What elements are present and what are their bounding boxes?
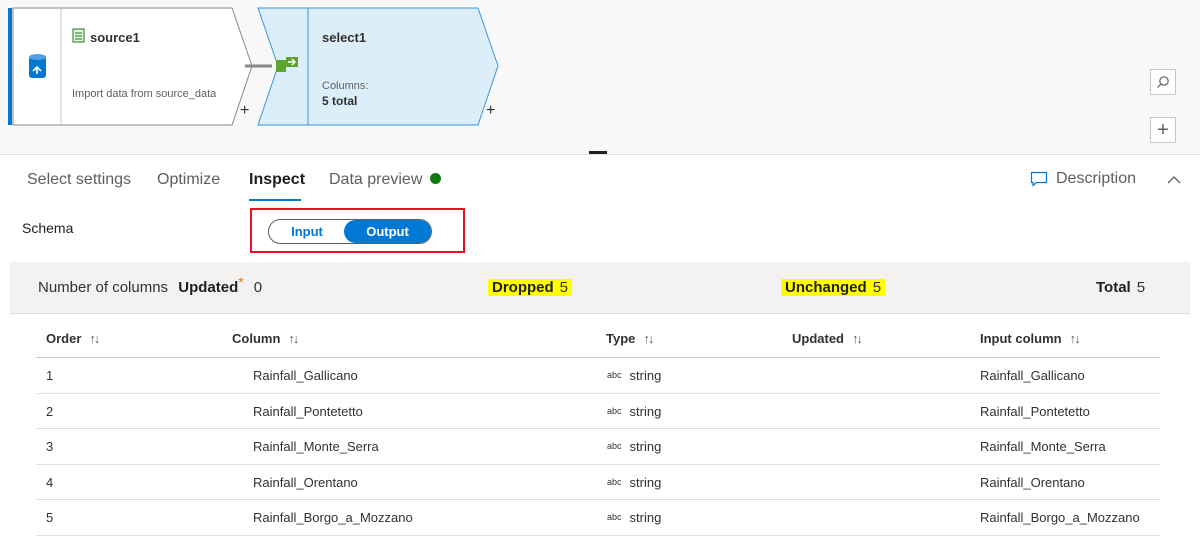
cell-type-label: string	[629, 368, 662, 383]
search-canvas-button[interactable]	[1150, 69, 1176, 95]
panel-splitter-handle[interactable]	[589, 151, 607, 154]
comment-icon	[1030, 171, 1048, 187]
tab-optimize[interactable]: Optimize	[157, 171, 220, 189]
description-button[interactable]: Description	[1030, 170, 1136, 188]
updated-label: Updated	[178, 279, 239, 296]
summary-updated: Number of columns Updated* 0	[38, 274, 263, 296]
cell-type: abc string	[607, 475, 661, 490]
sort-icon: ↑↓	[852, 331, 863, 346]
sort-icon: ↑↓	[288, 331, 299, 346]
column-summary-bar: Number of columns Updated* 0 Dropped 5 Unc…	[10, 262, 1190, 314]
table-row[interactable]: 1 Rainfall_Gallicano abc string Rainfall_…	[36, 358, 1160, 394]
search-icon	[1157, 76, 1169, 88]
cell-type-label: string	[629, 510, 662, 526]
cell-type: abc string	[607, 439, 661, 454]
active-tab-indicator	[249, 199, 301, 201]
sort-icon: ↑↓	[89, 331, 100, 346]
toggle-output-option[interactable]: Output	[344, 220, 431, 243]
dropped-label: Dropped	[492, 279, 554, 296]
table-row[interactable]: 5 Rainfall_Borgo_a_Mozzano abc string Rai…	[36, 500, 1160, 536]
summary-label: Number of columns	[38, 279, 169, 296]
input-output-toggle[interactable]: Input Output	[268, 219, 432, 244]
add-after-select-button[interactable]: +	[486, 103, 495, 119]
tab-inspect[interactable]: Inspect	[249, 171, 305, 189]
sort-icon: ↑↓	[1069, 331, 1081, 346]
dataflow-canvas[interactable]: source1 Import data from source_data + s…	[0, 0, 1200, 155]
select-columns-label: Columns:	[322, 80, 369, 92]
header-order-label: Order	[46, 331, 82, 346]
header-updated[interactable]: Updated ↑↓	[792, 331, 863, 346]
toggle-input-option[interactable]: Input	[275, 220, 339, 243]
zoom-in-button[interactable]: +	[1150, 117, 1176, 143]
source-node-title: source1	[90, 30, 140, 45]
cell-column: Rainfall_Gallicano	[253, 368, 358, 383]
cell-input-column: Rainfall_Borgo_a_Mozzano	[980, 510, 1140, 526]
cell-order: 5	[46, 510, 54, 526]
table-row[interactable]: 2 Rainfall_Pontetetto abc string Rainfall…	[36, 394, 1160, 430]
cell-input-column: Rainfall_Pontetetto	[980, 403, 1090, 419]
cell-input-column: Rainfall_Gallicano	[980, 368, 1085, 383]
updated-marker: *	[238, 274, 244, 290]
cell-column: Rainfall_Monte_Serra	[253, 439, 379, 455]
sort-icon: ↑↓	[643, 331, 654, 346]
status-ok-dot	[430, 173, 442, 185]
header-type-label: Type	[606, 331, 636, 346]
dropped-count: 5	[559, 279, 569, 296]
database-icon	[29, 54, 46, 78]
cell-order: 2	[46, 403, 54, 419]
string-type-icon: abc	[607, 512, 622, 523]
table-header: Order ↑↓ Column ↑↓ Type ↑↓ Updated ↑↓ Input …	[36, 320, 1160, 358]
updated-count: 0	[253, 279, 263, 296]
cell-type-label: string	[629, 439, 662, 455]
tab-data-preview-label: Data preview	[329, 171, 423, 188]
cell-order: 1	[46, 368, 54, 383]
cell-column: Rainfall_Orentano	[253, 474, 358, 490]
description-label: Description	[1056, 170, 1137, 187]
string-type-icon: abc	[607, 441, 622, 452]
summary-dropped: Dropped 5	[488, 279, 573, 296]
cell-input-column: Rainfall_Orentano	[980, 474, 1085, 490]
string-type-icon: abc	[607, 476, 622, 487]
settings-tabs: Select settings Optimize Inspect Data pr…	[0, 158, 1200, 202]
cell-input-column: Rainfall_Monte_Serra	[980, 439, 1106, 455]
table-row[interactable]: 3 Rainfall_Monte_Serra abc string Rainfal…	[36, 429, 1160, 465]
cell-type: abc string	[607, 404, 661, 419]
header-column-label: Column	[232, 331, 281, 346]
select-node-title: select1	[322, 30, 367, 45]
header-column[interactable]: Column ↑↓	[232, 331, 299, 346]
unchanged-count: 5	[872, 279, 882, 296]
total-count: 5	[1136, 279, 1146, 296]
header-order[interactable]: Order ↑↓	[46, 331, 100, 346]
cell-column: Rainfall_Borgo_a_Mozzano	[253, 510, 413, 526]
table-row[interactable]: 4 Rainfall_Orentano abc string Rainfall_O…	[36, 465, 1160, 501]
cell-type: abc string	[607, 368, 661, 383]
select-columns-value: 5 total	[322, 94, 358, 108]
header-input-column[interactable]: Input column ↑↓	[980, 331, 1081, 346]
dataset-icon	[72, 28, 85, 43]
source-node-subtitle: Import data from source_data	[72, 88, 217, 100]
schema-table: Order ↑↓ Column ↑↓ Type ↑↓ Updated ↑↓ Input …	[36, 320, 1160, 536]
cell-type: abc string	[607, 510, 661, 525]
summary-unchanged: Unchanged 5	[781, 279, 886, 296]
total-label: Total	[1096, 279, 1131, 296]
cell-order: 4	[46, 474, 54, 490]
unchanged-label: Unchanged	[785, 279, 867, 296]
summary-total: Total 5	[1096, 279, 1145, 296]
flow-graph	[8, 7, 499, 126]
header-updated-label: Updated	[792, 331, 844, 346]
header-input-column-label: Input column	[980, 331, 1062, 346]
tab-select-settings[interactable]: Select settings	[27, 171, 131, 189]
cell-order: 3	[46, 439, 54, 455]
chevron-up-icon[interactable]	[1166, 172, 1182, 188]
add-after-source-button[interactable]: +	[240, 103, 249, 119]
schema-label: Schema	[22, 220, 74, 236]
string-type-icon: abc	[607, 370, 622, 380]
cell-type-label: string	[629, 474, 662, 490]
tab-data-preview[interactable]: Data preview	[329, 171, 442, 189]
string-type-icon: abc	[607, 405, 622, 416]
header-type[interactable]: Type ↑↓	[606, 331, 654, 346]
cell-column: Rainfall_Pontetetto	[253, 403, 363, 419]
cell-type-label: string	[629, 403, 662, 419]
